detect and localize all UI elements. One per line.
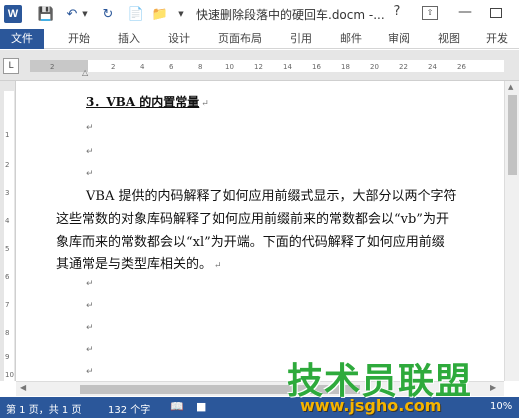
minimize-button[interactable]: — [458, 4, 472, 20]
vruler-tick: 6 [5, 273, 10, 281]
ruler-tick: 6 [169, 63, 174, 71]
ruler-tick: 4 [140, 63, 145, 71]
paragraph-mark: ↵ [86, 279, 94, 289]
tab-design[interactable]: 设计 [168, 29, 190, 49]
word-app-icon[interactable]: W [4, 5, 22, 23]
customize-quick-access-icon[interactable]: ▼ [176, 4, 186, 24]
vruler-tick: 1 [5, 131, 10, 139]
tab-insert[interactable]: 插入 [118, 29, 140, 49]
undo-dropdown-icon[interactable]: ▼ [80, 4, 90, 24]
paragraph-mark: ↵ [86, 147, 94, 157]
tab-file[interactable]: 文件 [0, 29, 44, 49]
tab-references[interactable]: 引用 [290, 29, 312, 49]
vertical-ruler[interactable]: 1 2 3 4 5 6 7 8 9 10 [0, 81, 16, 381]
tab-developer[interactable]: 开发 [486, 29, 508, 49]
ribbon-tabs: 文件 开始 插入 设计 页面布局 引用 邮件 审阅 视图 开发 [0, 29, 519, 49]
open-folder-icon[interactable]: 📁 [150, 4, 170, 24]
vertical-scroll-thumb[interactable] [508, 95, 517, 175]
ruler-tick: 16 [312, 63, 321, 71]
body-line-last: 其通常是与类型库相关的。 ↵ [56, 253, 222, 272]
paragraph-mark: ↵ [86, 345, 94, 355]
body-line: 象库而来的常数都会以“xl”为开端。下面的代码解释了如何应用前缀 [56, 235, 445, 250]
ruler-tick: 22 [399, 63, 408, 71]
paragraph-mark: ↵ [86, 301, 94, 311]
vruler-tick: 2 [5, 161, 10, 169]
proofing-icon[interactable]: 📖 [170, 400, 184, 413]
vruler-tick: 3 [5, 189, 10, 197]
ruler-row: L 2 2 4 6 8 10 12 14 16 18 20 22 24 26 △ [0, 50, 519, 81]
ruler-tick: 24 [428, 63, 437, 71]
document-area[interactable]: 3．VBA 的内置常量 ↵ ↵ ↵ ↵ VBA 提供的内码解释了如何应用前缀式显示… [16, 81, 504, 381]
section-heading: 3．VBA 的内置常量 ↵ [86, 93, 209, 110]
maximize-button[interactable] [490, 8, 502, 18]
vertical-scrollbar[interactable]: ▲ [504, 81, 519, 381]
page-count[interactable]: 第 1 页，共 1 页 [6, 401, 81, 416]
ruler-tick: 10 [225, 63, 234, 71]
tab-page-layout[interactable]: 页面布局 [218, 29, 262, 49]
tab-view[interactable]: 视图 [438, 29, 460, 49]
title-bar: W 💾 ↶ ▼ ↻ 📄 📁 ▼ 快速删除段落中的硬回车.docm -... ? … [0, 0, 519, 29]
paragraph-mark: ↵ [214, 261, 222, 271]
vruler-tick: 7 [5, 301, 10, 309]
watermark-url: www.jsgho.com [300, 396, 442, 415]
paragraph-mark: ↵ [86, 323, 94, 333]
redo-icon[interactable]: ↻ [98, 4, 118, 24]
zoom-level[interactable]: 10% [490, 401, 512, 412]
scroll-right-icon[interactable]: ▶ [490, 383, 496, 392]
body-line-text: 其通常是与类型库相关的。 [56, 257, 213, 272]
quick-access-doc-icon[interactable]: 📄 [126, 4, 146, 24]
body-line: VBA 提供的内码解释了如何应用前缀式显示，大部分以两个字符 [86, 189, 457, 204]
undo-icon[interactable]: ↶ [62, 4, 82, 24]
ruler-tick: 8 [198, 63, 203, 71]
document-title: 快速删除段落中的硬回车.docm -... [196, 8, 385, 22]
word-count[interactable]: 132 个字 [108, 401, 150, 416]
paragraph-mark: ↵ [201, 99, 209, 109]
tab-selector[interactable]: L [3, 58, 19, 74]
tab-home[interactable]: 开始 [68, 29, 90, 49]
indent-marker[interactable]: △ [82, 68, 88, 77]
vruler-tick: 10 [5, 371, 14, 379]
ruler-left-margin [30, 60, 88, 72]
body-line-text: 这些常数的对象库码解释了如何应用前缀前来的常数都会以“vb”为开 [56, 212, 449, 227]
help-icon[interactable]: ? [388, 4, 406, 22]
scroll-up-icon[interactable]: ▲ [508, 83, 513, 91]
vruler-tick: 8 [5, 329, 10, 337]
paragraph-mark: ↵ [86, 123, 94, 133]
ruler-tick: 12 [254, 63, 263, 71]
ruler-tick: 20 [370, 63, 379, 71]
body-line: 这些常数的对象库码解释了如何应用前缀前来的常数都会以“vb”为开 [56, 208, 449, 227]
vruler-tick: 9 [5, 353, 10, 361]
heading-text: 3．VBA 的内置常量 [86, 95, 200, 109]
macro-record-icon[interactable]: ■ [196, 400, 206, 413]
ruler-tick: 26 [457, 63, 466, 71]
paragraph-mark: ↵ [86, 367, 94, 377]
ribbon-display-options-icon[interactable]: ⇧ [422, 6, 438, 20]
tab-review[interactable]: 审阅 [388, 29, 410, 49]
ruler-tick: 18 [341, 63, 350, 71]
ruler-tick: 2 [50, 63, 55, 71]
ruler-tick: 2 [111, 63, 116, 71]
tab-mailings[interactable]: 邮件 [340, 29, 362, 49]
paragraph-mark: ↵ [86, 169, 94, 179]
vruler-tick: 4 [5, 217, 10, 225]
vruler-tick: 5 [5, 245, 10, 253]
save-icon[interactable]: 💾 [36, 4, 56, 24]
ruler-tick: 14 [283, 63, 292, 71]
scroll-left-icon[interactable]: ◀ [20, 383, 26, 392]
